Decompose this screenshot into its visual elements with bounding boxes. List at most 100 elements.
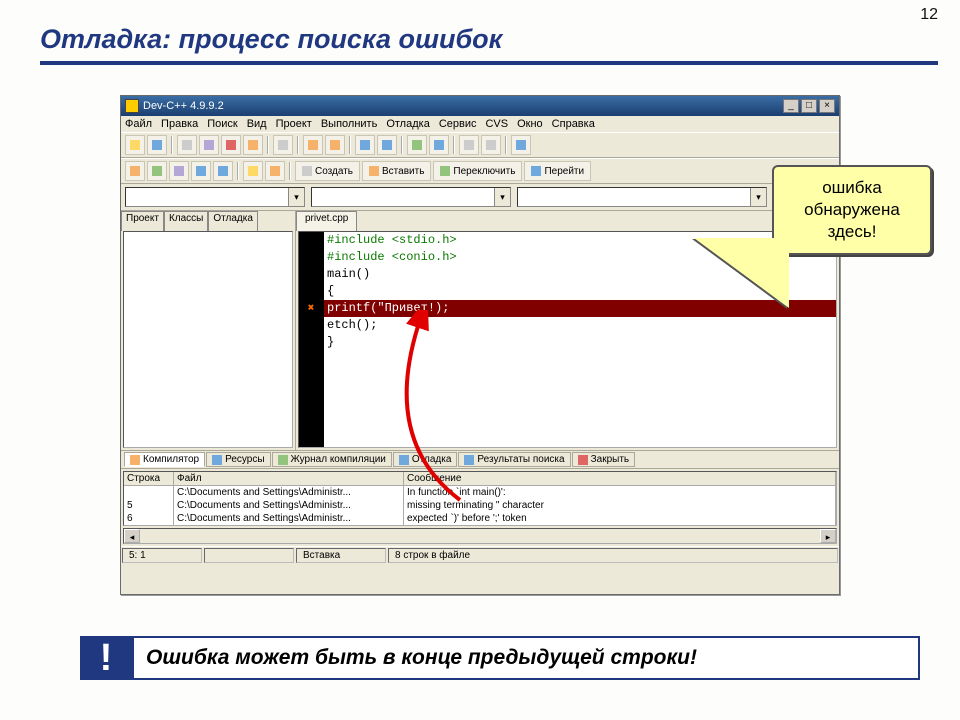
tb-create-button[interactable]: Создать xyxy=(295,161,360,181)
title-rule xyxy=(40,61,938,65)
maximize-button[interactable]: □ xyxy=(801,99,817,113)
titlebar: Dev-C++ 4.9.9.2 _ □ × xyxy=(121,96,839,116)
tb-switch-button[interactable]: Переключить xyxy=(433,161,522,181)
hdr-line[interactable]: Строка xyxy=(124,472,174,485)
horizontal-scrollbar[interactable]: ◂ ▸ xyxy=(123,528,837,544)
tab-file[interactable]: privet.cpp xyxy=(296,211,357,231)
separator xyxy=(267,136,269,154)
status-bar: 5: 1 Вставка 8 строк в файле xyxy=(121,546,839,564)
toolbar-row-1 xyxy=(121,132,839,158)
menu-search[interactable]: Поиск xyxy=(207,118,237,130)
window-title: Dev-C++ 4.9.9.2 xyxy=(143,100,224,112)
scroll-left-icon[interactable]: ◂ xyxy=(124,529,140,543)
tb-redo-icon[interactable] xyxy=(325,135,345,155)
btab-log[interactable]: Журнал компиляции xyxy=(272,452,392,467)
tb-save-icon[interactable] xyxy=(177,135,197,155)
tb-check-icon[interactable] xyxy=(213,161,233,181)
tb-compile-icon[interactable] xyxy=(407,135,427,155)
callout-line: здесь! xyxy=(780,221,924,243)
code-line: etch(); xyxy=(324,317,836,334)
combo-row: ▾ ▾ ▾ xyxy=(121,184,839,211)
cell-line: 5 xyxy=(124,499,174,512)
tb-print-icon[interactable] xyxy=(273,135,293,155)
slide-title: Отладка: процесс поиска ошибок xyxy=(0,0,960,59)
cell-msg: In function `int main()': xyxy=(404,486,836,499)
btab-resources[interactable]: Ресурсы xyxy=(206,452,270,467)
menu-help[interactable]: Справка xyxy=(552,118,595,130)
tb-replace-icon[interactable] xyxy=(377,135,397,155)
menu-cvs[interactable]: CVS xyxy=(485,118,508,130)
table-row[interactable]: 6 C:\Documents and Settings\Administr...… xyxy=(124,512,836,525)
cell-file: C:\Documents and Settings\Administr... xyxy=(174,512,404,525)
tb-fwd-icon[interactable] xyxy=(481,135,501,155)
cell-msg: expected `)' before ';' token xyxy=(404,512,836,525)
separator xyxy=(401,136,403,154)
tb-undo-icon[interactable] xyxy=(303,135,323,155)
tb-close-icon[interactable] xyxy=(221,135,241,155)
tb-panel3-icon[interactable] xyxy=(169,161,189,181)
menu-debug[interactable]: Отладка xyxy=(386,118,429,130)
cell-line: 6 xyxy=(124,512,174,525)
editor-gutter xyxy=(299,232,324,447)
callout-line: обнаружена xyxy=(780,199,924,221)
btab-search[interactable]: Результаты поиска xyxy=(458,452,570,467)
separator xyxy=(297,136,299,154)
tb-panel2-icon[interactable] xyxy=(147,161,167,181)
exclamation-icon: ! xyxy=(80,636,132,680)
combo-3[interactable]: ▾ xyxy=(517,187,767,207)
tab-classes[interactable]: Классы xyxy=(164,211,208,231)
cell-file: C:\Documents and Settings\Administr... xyxy=(174,486,404,499)
tb-panel1-icon[interactable] xyxy=(125,161,145,181)
chevron-down-icon: ▾ xyxy=(288,188,304,206)
hdr-file[interactable]: Файл xyxy=(174,472,404,485)
separator xyxy=(349,136,351,154)
tb-goto-button[interactable]: Перейти xyxy=(524,161,591,181)
btab-compiler[interactable]: Компилятор xyxy=(124,452,205,467)
cell-msg: missing terminating " character xyxy=(404,499,836,512)
tab-debug[interactable]: Отладка xyxy=(208,211,258,231)
status-mode: Вставка xyxy=(296,548,386,563)
tb-insert-button[interactable]: Вставить xyxy=(362,161,431,181)
minimize-button[interactable]: _ xyxy=(783,99,799,113)
combo-1[interactable]: ▾ xyxy=(125,187,305,207)
btab-close[interactable]: Закрыть xyxy=(572,452,636,467)
tb-back-icon[interactable] xyxy=(459,135,479,155)
menu-service[interactable]: Сервис xyxy=(439,118,477,130)
menu-project[interactable]: Проект xyxy=(276,118,312,130)
tb-saveall-icon[interactable] xyxy=(199,135,219,155)
tb-find-icon[interactable] xyxy=(355,135,375,155)
tb-help-icon[interactable] xyxy=(243,161,263,181)
menu-run[interactable]: Выполнить xyxy=(321,118,377,130)
menu-view[interactable]: Вид xyxy=(247,118,267,130)
tb-options-icon[interactable] xyxy=(511,135,531,155)
separator xyxy=(289,162,291,180)
tab-project[interactable]: Проект xyxy=(121,211,164,231)
menu-file[interactable]: Файл xyxy=(125,118,152,130)
tb-run-icon[interactable] xyxy=(429,135,449,155)
menu-edit[interactable]: Правка xyxy=(161,118,198,130)
close-button[interactable]: × xyxy=(819,99,835,113)
chevron-down-icon: ▾ xyxy=(494,188,510,206)
table-row[interactable]: C:\Documents and Settings\Administr... I… xyxy=(124,486,836,499)
status-position: 5: 1 xyxy=(122,548,202,563)
tb-open-icon[interactable] xyxy=(147,135,167,155)
error-table-header: Строка Файл Сообщение xyxy=(124,472,836,486)
btab-debug[interactable]: Отладка xyxy=(393,452,458,467)
tb-new-icon[interactable] xyxy=(125,135,145,155)
menu-bar: Файл Правка Поиск Вид Проект Выполнить О… xyxy=(121,116,839,132)
tb-closeall-icon[interactable] xyxy=(243,135,263,155)
tb-panel4-icon[interactable] xyxy=(191,161,211,181)
menu-window[interactable]: Окно xyxy=(517,118,543,130)
callout-line: ошибка xyxy=(780,177,924,199)
combo-2[interactable]: ▾ xyxy=(311,187,511,207)
hdr-msg[interactable]: Сообщение xyxy=(404,472,836,485)
hint-text: Ошибка может быть в конце предыдущей стр… xyxy=(132,636,920,680)
tb-about-icon[interactable] xyxy=(265,161,285,181)
cell-file: C:\Documents and Settings\Administr... xyxy=(174,499,404,512)
table-row[interactable]: 5 C:\Documents and Settings\Administr...… xyxy=(124,499,836,512)
chevron-down-icon: ▾ xyxy=(750,188,766,206)
callout-bubble: ошибка обнаружена здесь! xyxy=(772,165,932,255)
separator xyxy=(237,162,239,180)
separator xyxy=(505,136,507,154)
scroll-right-icon[interactable]: ▸ xyxy=(820,529,836,543)
